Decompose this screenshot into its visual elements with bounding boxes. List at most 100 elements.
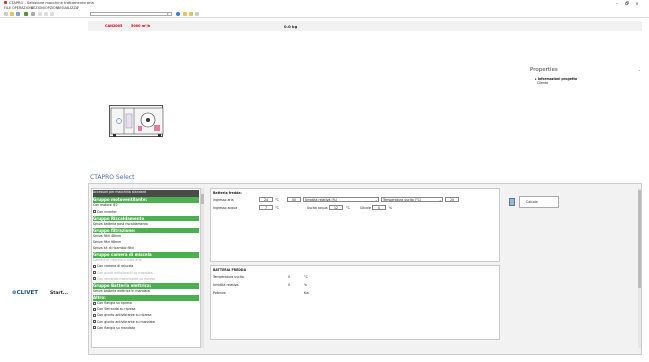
menu-visualizza[interactable]: VISUALIZZA bbox=[58, 6, 78, 10]
list-item-label: Gruppo Batteria elettrica: bbox=[93, 283, 152, 288]
list-scrollbar[interactable] bbox=[201, 188, 204, 348]
panel-scrollbar[interactable] bbox=[638, 188, 641, 348]
list-item[interactable]: Con serrande motorizzate su ripresa bbox=[93, 277, 199, 283]
project-combo[interactable] bbox=[90, 12, 172, 16]
calculate-button[interactable]: Calcola bbox=[519, 196, 559, 208]
weight-value: 0.0 kg bbox=[284, 24, 298, 29]
scrollbar-thumb[interactable] bbox=[201, 194, 204, 204]
list-item-label: Gruppo Riscaldamento bbox=[93, 215, 145, 221]
settings-icon[interactable] bbox=[31, 12, 35, 16]
unit-c: °C bbox=[275, 198, 279, 202]
checkbox[interactable] bbox=[93, 277, 96, 281]
summary-bar: CAN2005 5000 m³/h 0.0 kg bbox=[88, 21, 642, 31]
glycol-input[interactable]: 0 bbox=[372, 205, 386, 210]
list-item-label: Senza filtri 48mm bbox=[93, 233, 122, 238]
menu-help[interactable]: ? bbox=[77, 6, 79, 10]
section-title: CTAPRO Select bbox=[90, 174, 135, 181]
list-group-header: Gruppo Batteria elettrica: bbox=[93, 283, 199, 289]
checkbox[interactable] bbox=[93, 313, 96, 317]
water-in-input[interactable]: 7 bbox=[259, 205, 273, 210]
start-button[interactable]: Start... bbox=[50, 291, 68, 296]
list-item-label: Gruppo camera di miscela bbox=[93, 252, 152, 258]
result-label: Potenza bbox=[213, 291, 226, 295]
checkbox[interactable] bbox=[93, 264, 96, 268]
list-item-label: Con giunto antivibrante su mandata bbox=[97, 319, 155, 324]
info-icon[interactable] bbox=[176, 12, 180, 16]
unit-model: CAN2005 bbox=[105, 24, 123, 28]
save-icon[interactable] bbox=[16, 12, 20, 16]
list-item-label: Con giunti antivibranti su mandata bbox=[97, 270, 153, 275]
chevron-down-icon[interactable]: ⌄ bbox=[638, 68, 641, 72]
list-item[interactable]: Con giunto antivibrante su mandata bbox=[93, 320, 199, 326]
close-button[interactable]: × bbox=[634, 1, 640, 6]
list-item-label: Altro: bbox=[93, 295, 106, 301]
checkbox[interactable] bbox=[93, 271, 96, 275]
calculator-icon[interactable] bbox=[509, 198, 515, 206]
folder-icon[interactable] bbox=[183, 12, 187, 16]
list-item[interactable]: Con camera di miscela bbox=[93, 264, 199, 270]
edit-icon[interactable] bbox=[38, 12, 42, 16]
checkbox[interactable] bbox=[93, 301, 96, 305]
list-item-label: Camera di miscela a tutta aria bbox=[93, 258, 142, 263]
maximize-button[interactable]: 🗗 bbox=[624, 1, 630, 6]
menu-operazioni[interactable]: OPERAZIONI bbox=[12, 6, 33, 10]
export-icon[interactable] bbox=[189, 12, 193, 16]
copy-icon[interactable] bbox=[44, 12, 48, 16]
print-icon[interactable] bbox=[195, 12, 199, 16]
checkbox[interactable] bbox=[93, 307, 96, 311]
unit-c: °C bbox=[346, 206, 350, 210]
chevron-down-icon[interactable]: ⌄ bbox=[375, 198, 378, 202]
result-label: Umidità relativa bbox=[213, 283, 239, 287]
rh-select[interactable]: Umidità relativa (%) bbox=[303, 197, 379, 202]
checkbox[interactable] bbox=[93, 320, 96, 324]
list-item[interactable]: Con giunto antivibrante su ripresa bbox=[93, 313, 199, 319]
list-item: Senza batteria elettrica in mandata bbox=[93, 289, 199, 295]
water-out-label: Uscita acqua bbox=[307, 206, 328, 210]
checkbox[interactable] bbox=[93, 326, 96, 330]
outlet-select[interactable]: Temperatura uscita (°C) bbox=[381, 197, 443, 202]
list-item[interactable]: Con inverter bbox=[93, 210, 199, 216]
minimize-button[interactable]: – bbox=[614, 1, 620, 6]
accessories-list[interactable]: Accessori per macchina standard Gruppo mo… bbox=[91, 188, 201, 348]
chevron-down-icon[interactable]: ▾ bbox=[167, 12, 169, 16]
result-unit: °C bbox=[304, 275, 308, 279]
cooling-coil-results-panel: BATTERIA FREDDA Temperatura uscita 0 °C … bbox=[210, 265, 500, 340]
list-group-header: Gruppo camera di miscela bbox=[93, 252, 199, 258]
checkbox[interactable] bbox=[93, 210, 96, 213]
water-out-input[interactable]: 12 bbox=[329, 205, 343, 210]
menu-sezioni[interactable]: SEZIONI bbox=[31, 6, 45, 10]
list-item[interactable]: Con flangia su mandata bbox=[93, 326, 199, 332]
list-item-label: Con serrande motorizzate su ripresa bbox=[97, 276, 156, 281]
list-item[interactable]: Con flangia su ripresa bbox=[93, 301, 199, 307]
outlet-value-input[interactable]: 20 bbox=[445, 197, 459, 202]
chevron-down-icon[interactable]: ⌄ bbox=[439, 198, 442, 202]
users-icon[interactable] bbox=[24, 12, 28, 16]
properties-item-client[interactable]: Cliente bbox=[537, 81, 548, 85]
list-group-header: Gruppo motoventilante: bbox=[93, 197, 199, 203]
scrollbar-thumb[interactable] bbox=[638, 190, 641, 288]
app-logo-icon bbox=[4, 1, 7, 4]
window-title: CTAPRO - Selezione macchine trattamento … bbox=[9, 1, 94, 5]
list-item-label: Con motore IE2 bbox=[93, 203, 118, 208]
air-in-temp-input[interactable]: 24 bbox=[259, 197, 273, 202]
clivet-logo: ⊚CLIVET bbox=[12, 290, 38, 296]
ahu-icon bbox=[110, 107, 164, 137]
paste-icon[interactable] bbox=[50, 12, 54, 16]
unit-pct: % bbox=[389, 206, 393, 210]
open-folder-icon[interactable] bbox=[10, 12, 14, 16]
list-group-header: Altro: bbox=[93, 295, 199, 301]
properties-header: Properties bbox=[530, 67, 558, 73]
list-group-header: Gruppo filtrazione: bbox=[93, 227, 199, 234]
menu-file[interactable]: FILE bbox=[4, 6, 11, 10]
results-title: BATTERIA FREDDA bbox=[213, 268, 247, 272]
air-in-rh-input[interactable]: 50 bbox=[287, 197, 301, 202]
result-unit: Kw bbox=[304, 291, 309, 295]
list-item: Senza filtri 48mm bbox=[93, 234, 199, 240]
new-file-icon[interactable] bbox=[4, 12, 8, 16]
list-item: Con motore IE2 bbox=[93, 203, 199, 209]
list-item[interactable]: Con Serranda su ripresa bbox=[93, 307, 199, 313]
list-item[interactable]: Con giunti antivibranti su mandata bbox=[93, 271, 199, 277]
list-item-label: Con Serranda su ripresa bbox=[97, 307, 136, 312]
result-label: Temperatura uscita bbox=[213, 275, 244, 279]
cooling-coil-input-panel: Batteria fredda: Ingresso aria 24 °C 50 … bbox=[210, 188, 500, 262]
